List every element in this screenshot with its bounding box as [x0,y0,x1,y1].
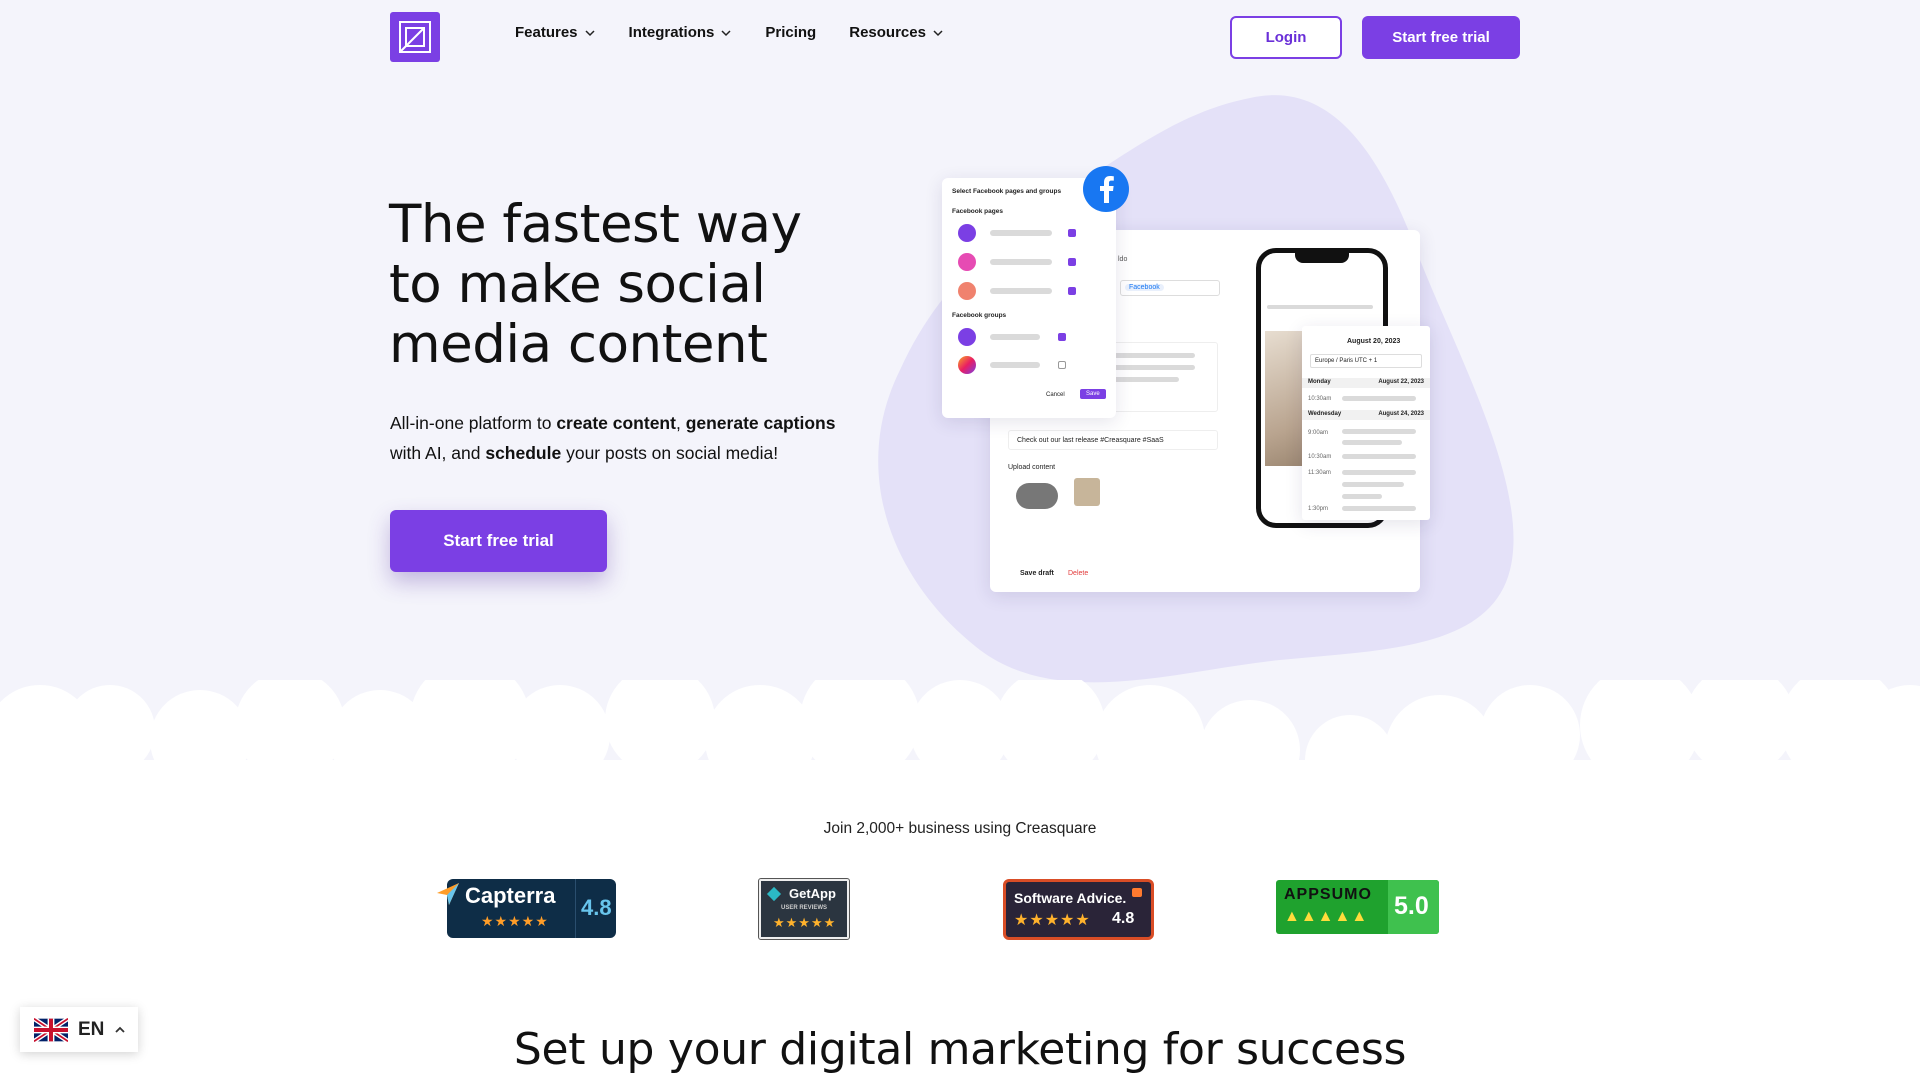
post-text-field[interactable]: Check out our last release #Creasquare #… [1008,430,1218,450]
facebook-icon [1083,166,1129,212]
nav-integrations[interactable]: Integrations [629,24,733,41]
hero-sub-text: with AI, and [390,443,486,463]
social-proof-text: Join 2,000+ business using Creasquare [823,820,1097,837]
getapp-sub: USER REVIEWS [781,905,828,911]
day-date: August 22, 2023 [1378,379,1424,385]
time-slot: 10:30am [1308,454,1332,460]
hero-sub-text: , [675,413,686,433]
chevron-down-icon [585,29,595,36]
page-avatar [958,282,976,300]
group-avatar [958,356,976,374]
schedule-calendar-card: August 20, 2023 Europe / Paris UTC + 1 M… [1302,326,1430,520]
capterra-name: Capterra [465,883,556,908]
delete-button[interactable]: Delete [1068,570,1088,577]
software-advice-bubble-icon [1132,888,1142,897]
nav-resources[interactable]: Resources [849,24,944,41]
time-slot: 1:30pm [1308,506,1329,512]
hero-illustration: ldo Facebook Check out our last release … [860,90,1540,710]
page-checkbox[interactable] [1068,287,1076,295]
nav-features[interactable]: Features [515,24,596,41]
editor-heading-fragment: ldo [1118,256,1128,263]
upload-label: Upload content [1008,464,1056,471]
page-checkbox[interactable] [1068,229,1076,237]
time-slot: 11:30am [1308,470,1331,476]
save-draft-button[interactable]: Save draft [1020,570,1054,577]
capterra-badge[interactable]: Capterra ★★★★★ 4.8 [437,879,616,938]
getapp-name: GetApp [789,886,836,901]
nav-pricing[interactable]: Pricing [765,24,816,41]
getapp-badge[interactable]: GetApp USER REVIEWS ★★★★★ [758,878,850,940]
hero-sub-bold: create content [556,413,676,433]
group-checkbox[interactable] [1058,361,1066,369]
fb-pages-label: Facebook pages [952,208,1003,215]
fb-save-button[interactable]: Save [1080,389,1106,399]
channel-chip: Facebook [1125,284,1164,291]
start-trial-hero-button[interactable]: Start free trial [390,510,607,572]
hero-title: The fastest way to make social media con… [389,194,802,375]
software-advice-badge[interactable]: Software Advice. ★★★★★ 4.8 [1003,879,1154,940]
chevron-down-icon [721,29,731,36]
appsumo-score: 5.0 [1394,892,1429,920]
uploaded-image-thumb[interactable] [1074,478,1100,506]
page-avatar [958,224,976,242]
software-advice-name: Software Advice. [1014,890,1127,906]
login-button[interactable]: Login [1230,16,1342,59]
chevron-down-icon [933,29,943,36]
day-label: Monday [1308,379,1331,385]
software-advice-score: 4.8 [1112,910,1135,927]
hero-sub-bold: generate captions [685,413,836,433]
appsumo-tacos: ▲▲▲▲▲ [1284,908,1369,925]
creasquare-logo[interactable] [390,12,440,62]
facebook-selector-card: Select Facebook pages and groups Faceboo… [942,178,1116,418]
group-checkbox[interactable] [1058,333,1066,341]
channel-select[interactable]: Facebook [1120,280,1220,296]
upload-cloud-icon[interactable] [1016,483,1058,509]
day-date: August 24, 2023 [1378,411,1424,417]
capterra-score: 4.8 [581,895,612,920]
hero-subtitle: All-in-one platform to create content, g… [390,408,860,468]
getapp-logo-icon [766,886,782,902]
fb-card-title: Select Facebook pages and groups [952,188,1062,195]
timezone-select[interactable]: Europe / Paris UTC + 1 [1310,354,1422,368]
day-row: Monday August 22, 2023 [1302,378,1430,388]
time-slot: 9:00am [1308,430,1329,436]
page-avatar [958,253,976,271]
day-row: Wednesday August 24, 2023 [1302,410,1430,420]
nav-features-label: Features [515,24,578,41]
capterra-stars: ★★★★★ [481,913,549,929]
badge-divider [575,879,576,938]
hero-sub-bold: schedule [485,443,562,463]
fb-groups-label: Facebook groups [952,312,1007,319]
nav-pricing-label: Pricing [765,24,817,41]
calendar-date: August 20, 2023 [1347,338,1401,345]
main-nav: Features Integrations Pricing Resources [515,24,944,41]
section-title: Set up your digital marketing for succes… [513,1024,1407,1075]
phone-notch [1295,253,1349,263]
cloud-divider [0,680,1920,1080]
capterra-arrow-icon [437,883,459,905]
nav-resources-label: Resources [849,24,926,41]
appsumo-badge[interactable]: APPSUMO ▲▲▲▲▲ 5.0 [1276,880,1439,934]
time-slot: 10:30am [1308,396,1332,402]
day-label: Wednesday [1308,411,1342,417]
fb-cancel-button[interactable]: Cancel [1046,392,1065,398]
logo-mark-icon [399,21,431,53]
site-header: Features Integrations Pricing Resources … [0,0,1920,74]
hero-sub-text: your posts on social media! [561,443,779,463]
timezone-value: Europe / Paris UTC + 1 [1315,358,1378,364]
group-avatar [958,328,976,346]
hero-sub-text: All-in-one platform to [390,413,557,433]
start-trial-header-button[interactable]: Start free trial [1362,16,1520,59]
software-advice-stars: ★★★★★ [1014,912,1091,929]
post-text: Check out our last release #Creasquare #… [1017,437,1164,444]
page-checkbox[interactable] [1068,258,1076,266]
getapp-stars: ★★★★★ [773,915,837,930]
appsumo-name: APPSUMO [1284,886,1372,903]
nav-integrations-label: Integrations [628,24,715,41]
